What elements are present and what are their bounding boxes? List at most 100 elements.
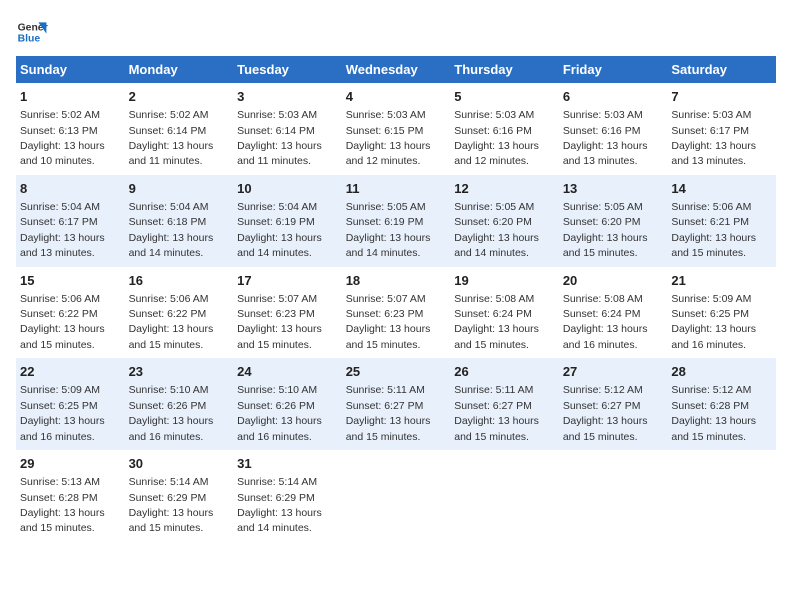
day-number: 21 — [671, 272, 772, 290]
day-info: Sunrise: 5:13 AMSunset: 6:28 PMDaylight:… — [20, 476, 105, 534]
day-info: Sunrise: 5:14 AMSunset: 6:29 PMDaylight:… — [237, 476, 322, 534]
day-number: 14 — [671, 180, 772, 198]
calendar-cell: 28Sunrise: 5:12 AMSunset: 6:28 PMDayligh… — [667, 358, 776, 450]
calendar-cell: 16 Sunrise: 5:06 AMSunset: 6:22 PMDayligh… — [125, 267, 234, 359]
calendar-table: SundayMondayTuesdayWednesdayThursdayFrid… — [16, 56, 776, 542]
week-row-4: 22Sunrise: 5:09 AMSunset: 6:25 PMDayligh… — [16, 358, 776, 450]
day-info: Sunrise: 5:05 AMSunset: 6:19 PMDaylight:… — [346, 201, 431, 259]
day-info: Sunrise: 5:03 AMSunset: 6:17 PMDaylight:… — [671, 109, 756, 167]
day-info: Sunrise: 5:07 AMSunset: 6:23 PMDaylight:… — [346, 293, 431, 351]
day-number: 19 — [454, 272, 555, 290]
day-info: Sunrise: 5:08 AMSunset: 6:24 PMDaylight:… — [454, 293, 539, 351]
header: General Blue — [16, 16, 776, 48]
calendar-cell: 20 Sunrise: 5:08 AMSunset: 6:24 PMDayligh… — [559, 267, 668, 359]
day-number: 20 — [563, 272, 664, 290]
calendar-cell: 27Sunrise: 5:12 AMSunset: 6:27 PMDayligh… — [559, 358, 668, 450]
day-number: 7 — [671, 88, 772, 106]
day-info: Sunrise: 5:11 AMSunset: 6:27 PMDaylight:… — [454, 384, 539, 442]
day-number: 31 — [237, 455, 338, 473]
day-number: 10 — [237, 180, 338, 198]
day-number: 12 — [454, 180, 555, 198]
header-row: SundayMondayTuesdayWednesdayThursdayFrid… — [16, 56, 776, 83]
day-number: 27 — [563, 363, 664, 381]
calendar-cell: 2Sunrise: 5:02 AMSunset: 6:14 PMDaylight… — [125, 83, 234, 175]
day-number: 3 — [237, 88, 338, 106]
week-row-2: 8 Sunrise: 5:04 AMSunset: 6:17 PMDaylight… — [16, 175, 776, 267]
day-number: 5 — [454, 88, 555, 106]
day-info: Sunrise: 5:06 AMSunset: 6:22 PMDaylight:… — [20, 293, 105, 351]
header-cell-monday: Monday — [125, 56, 234, 83]
day-number: 9 — [129, 180, 230, 198]
logo-icon: General Blue — [16, 16, 48, 48]
day-info: Sunrise: 5:03 AMSunset: 6:16 PMDaylight:… — [563, 109, 648, 167]
day-number: 15 — [20, 272, 121, 290]
day-info: Sunrise: 5:03 AMSunset: 6:16 PMDaylight:… — [454, 109, 539, 167]
logo: General Blue — [16, 16, 48, 48]
calendar-cell: 18Sunrise: 5:07 AMSunset: 6:23 PMDayligh… — [342, 267, 451, 359]
day-info: Sunrise: 5:09 AMSunset: 6:25 PMDaylight:… — [671, 293, 756, 351]
day-number: 30 — [129, 455, 230, 473]
day-info: Sunrise: 5:02 AMSunset: 6:14 PMDaylight:… — [129, 109, 214, 167]
calendar-cell: 13 Sunrise: 5:05 AMSunset: 6:20 PMDayligh… — [559, 175, 668, 267]
day-number: 17 — [237, 272, 338, 290]
day-number: 29 — [20, 455, 121, 473]
day-number: 11 — [346, 180, 447, 198]
day-info: Sunrise: 5:06 AMSunset: 6:21 PMDaylight:… — [671, 201, 756, 259]
day-info: Sunrise: 5:10 AMSunset: 6:26 PMDaylight:… — [237, 384, 322, 442]
day-info: Sunrise: 5:05 AMSunset: 6:20 PMDaylight:… — [454, 201, 539, 259]
calendar-cell: 19 Sunrise: 5:08 AMSunset: 6:24 PMDayligh… — [450, 267, 559, 359]
day-info: Sunrise: 5:04 AMSunset: 6:19 PMDaylight:… — [237, 201, 322, 259]
week-row-3: 15 Sunrise: 5:06 AMSunset: 6:22 PMDayligh… — [16, 267, 776, 359]
day-number: 16 — [129, 272, 230, 290]
calendar-cell: 12 Sunrise: 5:05 AMSunset: 6:20 PMDayligh… — [450, 175, 559, 267]
day-info: Sunrise: 5:03 AMSunset: 6:14 PMDaylight:… — [237, 109, 322, 167]
day-info: Sunrise: 5:04 AMSunset: 6:17 PMDaylight:… — [20, 201, 105, 259]
calendar-cell: 4 Sunrise: 5:03 AMSunset: 6:15 PMDaylight… — [342, 83, 451, 175]
day-info: Sunrise: 5:11 AMSunset: 6:27 PMDaylight:… — [346, 384, 431, 442]
header-cell-thursday: Thursday — [450, 56, 559, 83]
calendar-cell: 14 Sunrise: 5:06 AMSunset: 6:21 PMDayligh… — [667, 175, 776, 267]
week-row-1: 1 Sunrise: 5:02 AMSunset: 6:13 PMDaylight… — [16, 83, 776, 175]
week-row-5: 29 Sunrise: 5:13 AMSunset: 6:28 PMDayligh… — [16, 450, 776, 542]
day-number: 25 — [346, 363, 447, 381]
calendar-cell: 11 Sunrise: 5:05 AMSunset: 6:19 PMDayligh… — [342, 175, 451, 267]
header-cell-tuesday: Tuesday — [233, 56, 342, 83]
calendar-cell: 29 Sunrise: 5:13 AMSunset: 6:28 PMDayligh… — [16, 450, 125, 542]
day-info: Sunrise: 5:10 AMSunset: 6:26 PMDaylight:… — [129, 384, 214, 442]
day-number: 1 — [20, 88, 121, 106]
day-number: 22 — [20, 363, 121, 381]
day-info: Sunrise: 5:06 AMSunset: 6:22 PMDaylight:… — [129, 293, 214, 351]
header-cell-saturday: Saturday — [667, 56, 776, 83]
header-cell-friday: Friday — [559, 56, 668, 83]
day-info: Sunrise: 5:08 AMSunset: 6:24 PMDaylight:… — [563, 293, 648, 351]
calendar-cell: 25 Sunrise: 5:11 AMSunset: 6:27 PMDayligh… — [342, 358, 451, 450]
day-info: Sunrise: 5:03 AMSunset: 6:15 PMDaylight:… — [346, 109, 431, 167]
day-number: 8 — [20, 180, 121, 198]
day-number: 23 — [129, 363, 230, 381]
calendar-cell: 5 Sunrise: 5:03 AMSunset: 6:16 PMDaylight… — [450, 83, 559, 175]
calendar-cell — [559, 450, 668, 542]
day-number: 4 — [346, 88, 447, 106]
day-number: 24 — [237, 363, 338, 381]
day-info: Sunrise: 5:14 AMSunset: 6:29 PMDaylight:… — [129, 476, 214, 534]
day-info: Sunrise: 5:07 AMSunset: 6:23 PMDaylight:… — [237, 293, 322, 351]
calendar-cell — [450, 450, 559, 542]
calendar-cell: 3 Sunrise: 5:03 AMSunset: 6:14 PMDaylight… — [233, 83, 342, 175]
day-number: 26 — [454, 363, 555, 381]
calendar-cell: 7 Sunrise: 5:03 AMSunset: 6:17 PMDaylight… — [667, 83, 776, 175]
calendar-cell: 9Sunrise: 5:04 AMSunset: 6:18 PMDaylight… — [125, 175, 234, 267]
day-number: 13 — [563, 180, 664, 198]
calendar-cell: 31 Sunrise: 5:14 AMSunset: 6:29 PMDayligh… — [233, 450, 342, 542]
calendar-cell: 15 Sunrise: 5:06 AMSunset: 6:22 PMDayligh… — [16, 267, 125, 359]
calendar-cell: 23 Sunrise: 5:10 AMSunset: 6:26 PMDayligh… — [125, 358, 234, 450]
day-info: Sunrise: 5:05 AMSunset: 6:20 PMDaylight:… — [563, 201, 648, 259]
calendar-cell: 6 Sunrise: 5:03 AMSunset: 6:16 PMDaylight… — [559, 83, 668, 175]
day-info: Sunrise: 5:02 AMSunset: 6:13 PMDaylight:… — [20, 109, 105, 167]
calendar-cell: 10 Sunrise: 5:04 AMSunset: 6:19 PMDayligh… — [233, 175, 342, 267]
day-number: 6 — [563, 88, 664, 106]
calendar-cell: 8 Sunrise: 5:04 AMSunset: 6:17 PMDaylight… — [16, 175, 125, 267]
header-cell-wednesday: Wednesday — [342, 56, 451, 83]
calendar-cell — [342, 450, 451, 542]
day-info: Sunrise: 5:12 AMSunset: 6:28 PMDaylight:… — [671, 384, 756, 442]
svg-text:Blue: Blue — [18, 34, 41, 45]
